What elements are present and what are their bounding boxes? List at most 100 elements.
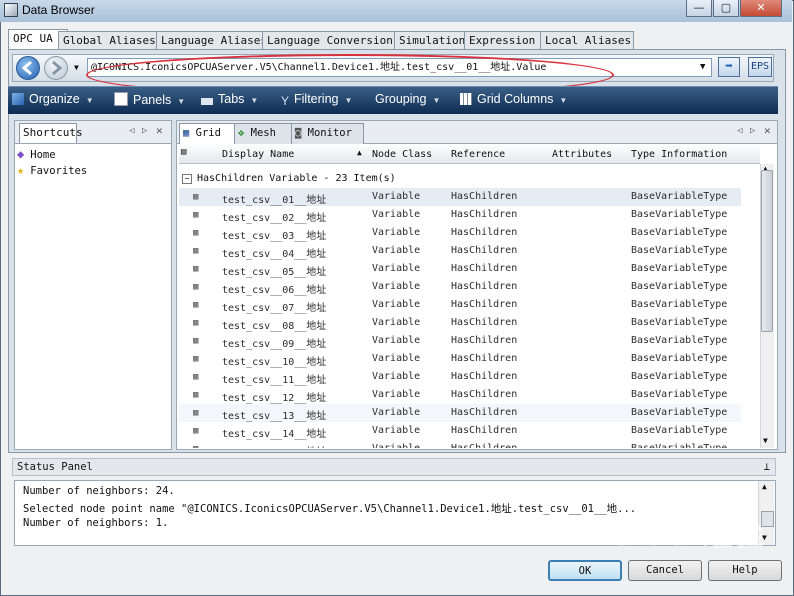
cell-type-information: BaseVariableType <box>631 299 728 310</box>
row-icon: ▩ <box>193 425 198 436</box>
row-icon: ▩ <box>193 389 198 400</box>
table-row[interactable]: ▩ test_csv__07__地址 Variable HasChildren Base… <box>179 296 741 314</box>
variable-icon: ▩ <box>193 246 199 256</box>
cell-node-class: Variable <box>372 191 421 202</box>
cell-display-name: test_csv__07__地址 <box>222 303 327 314</box>
row-icon: ▩ <box>193 407 198 418</box>
cell-reference: HasChildren <box>451 317 518 328</box>
status-line: Number of neighbors: 1. <box>23 517 169 529</box>
row-icon: ▩ <box>193 335 198 346</box>
status-line: Number of neighbors: 24. <box>23 485 175 497</box>
table-row[interactable]: ▩ test_csv__06__地址 Variable HasChildren Base… <box>179 278 741 296</box>
cell-display-name: test_csv__02__地址 <box>222 213 327 224</box>
table-row[interactable]: ▩ test_csv__10__地址 Variable HasChildren Base… <box>179 350 741 368</box>
cell-type-information: BaseVariableType <box>631 245 728 256</box>
cell-display-name: test_csv__15__地址 <box>222 443 326 448</box>
cell-type-information: BaseVariableType <box>631 425 728 436</box>
cell-reference: HasChildren <box>451 191 518 202</box>
table-row[interactable]: ▩ test_csv__13__地址 Variable HasChildren Base… <box>179 404 741 422</box>
variable-icon: ▩ <box>193 192 199 202</box>
cell-type-information: BaseVariableType <box>631 407 728 418</box>
row-icon: ▩ <box>193 317 198 328</box>
row-icon: ▩ <box>193 353 198 364</box>
cell-node-class: Variable <box>372 425 421 436</box>
cell-display-name: test_csv__01__地址 <box>222 195 327 206</box>
watermark: Baidu 经验 <box>590 518 765 553</box>
cell-node-class: Variable <box>372 335 421 346</box>
cell-type-information: BaseVariableType <box>631 443 727 448</box>
row-icon: ▩ <box>193 281 198 292</box>
variable-icon: ▩ <box>193 336 199 346</box>
table-row[interactable]: ▩ test_csv__14__地址 Variable HasChildren Base… <box>179 422 741 440</box>
cell-node-class: Variable <box>372 353 421 364</box>
table-row[interactable]: ▩ test_csv__09__地址 Variable HasChildren Base… <box>179 332 741 350</box>
cell-type-information: BaseVariableType <box>631 209 728 220</box>
cell-node-class: Variable <box>372 227 421 238</box>
scroll-up-icon[interactable]: ▲ <box>762 482 767 491</box>
variable-icon: ▩ <box>193 372 199 382</box>
table-row[interactable]: ▩ test_csv__08__地址 Variable HasChildren Base… <box>179 314 741 332</box>
cell-type-information: BaseVariableType <box>631 191 728 202</box>
cell-type-information: BaseVariableType <box>631 335 728 346</box>
table-row[interactable]: ▩ test_csv__12__地址 Variable HasChildren Base… <box>179 386 741 404</box>
row-icon: ▩ <box>193 245 198 256</box>
cell-reference: HasChildren <box>451 425 518 436</box>
cell-reference: HasChildren <box>451 263 518 274</box>
help-button[interactable]: Help <box>708 560 782 581</box>
variable-icon: ▩ <box>193 354 199 364</box>
table-row[interactable]: ▩ test_csv__11__地址 Variable HasChildren Base… <box>179 368 741 386</box>
cell-node-class: Variable <box>372 371 421 382</box>
scroll-down-icon[interactable]: ▼ <box>763 436 768 445</box>
row-icon: ▩ <box>193 443 198 448</box>
cell-display-name: test_csv__12__地址 <box>222 393 327 404</box>
status-panel-title: Status Panel <box>17 461 93 473</box>
cell-node-class: Variable <box>372 281 421 292</box>
cell-type-information: BaseVariableType <box>631 317 728 328</box>
table-row[interactable]: ▩ test_csv__05__地址 Variable HasChildren Base… <box>179 260 741 278</box>
ok-button[interactable]: OK <box>548 560 622 581</box>
cancel-button[interactable]: Cancel <box>628 560 702 581</box>
table-row[interactable]: ▩ test_csv__15__地址 Variable HasChildren Base… <box>179 440 741 448</box>
cell-type-information: BaseVariableType <box>631 371 728 382</box>
table-row[interactable]: ▩ test_csv__03__地址 Variable HasChildren Base… <box>179 224 741 242</box>
cell-reference: HasChildren <box>451 389 518 400</box>
variable-icon: ▩ <box>193 444 198 448</box>
row-icon: ▩ <box>193 263 198 274</box>
cell-reference: HasChildren <box>451 443 517 448</box>
cell-display-name: test_csv__03__地址 <box>222 231 327 242</box>
cell-node-class: Variable <box>372 443 420 448</box>
cell-display-name: test_csv__11__地址 <box>222 375 327 386</box>
cell-type-information: BaseVariableType <box>631 353 728 364</box>
status-panel-header: Status Panel ⊥ <box>12 458 776 476</box>
cell-node-class: Variable <box>372 263 421 274</box>
cell-display-name: test_csv__04__地址 <box>222 249 327 260</box>
cell-reference: HasChildren <box>451 281 518 292</box>
grid-rows: ▩ test_csv__01__地址 Variable HasChildren Base… <box>0 0 794 448</box>
cell-reference: HasChildren <box>451 245 518 256</box>
cell-display-name: test_csv__05__地址 <box>222 267 327 278</box>
cell-display-name: test_csv__08__地址 <box>222 321 327 332</box>
cell-node-class: Variable <box>372 389 421 400</box>
cell-type-information: BaseVariableType <box>631 281 728 292</box>
cell-node-class: Variable <box>372 245 421 256</box>
variable-icon: ▩ <box>193 300 199 310</box>
cell-node-class: Variable <box>372 407 421 418</box>
cell-type-information: BaseVariableType <box>631 227 728 238</box>
variable-icon: ▩ <box>193 228 199 238</box>
table-row[interactable]: ▩ test_csv__02__地址 Variable HasChildren Base… <box>179 206 741 224</box>
variable-icon: ▩ <box>193 282 199 292</box>
cell-reference: HasChildren <box>451 299 518 310</box>
cell-reference: HasChildren <box>451 353 518 364</box>
variable-icon: ▩ <box>193 264 199 274</box>
cell-reference: HasChildren <box>451 335 518 346</box>
row-icon: ▩ <box>193 371 198 382</box>
table-row[interactable]: ▩ test_csv__01__地址 Variable HasChildren Base… <box>179 188 741 206</box>
table-row[interactable]: ▩ test_csv__04__地址 Variable HasChildren Base… <box>179 242 741 260</box>
row-icon: ▩ <box>193 209 198 220</box>
pin-icon[interactable]: ⊥ <box>764 459 770 475</box>
grid-scroll-thumb[interactable] <box>761 170 773 332</box>
cell-reference: HasChildren <box>451 227 518 238</box>
row-icon: ▩ <box>193 227 198 238</box>
cell-reference: HasChildren <box>451 209 518 220</box>
variable-icon: ▩ <box>193 426 199 436</box>
